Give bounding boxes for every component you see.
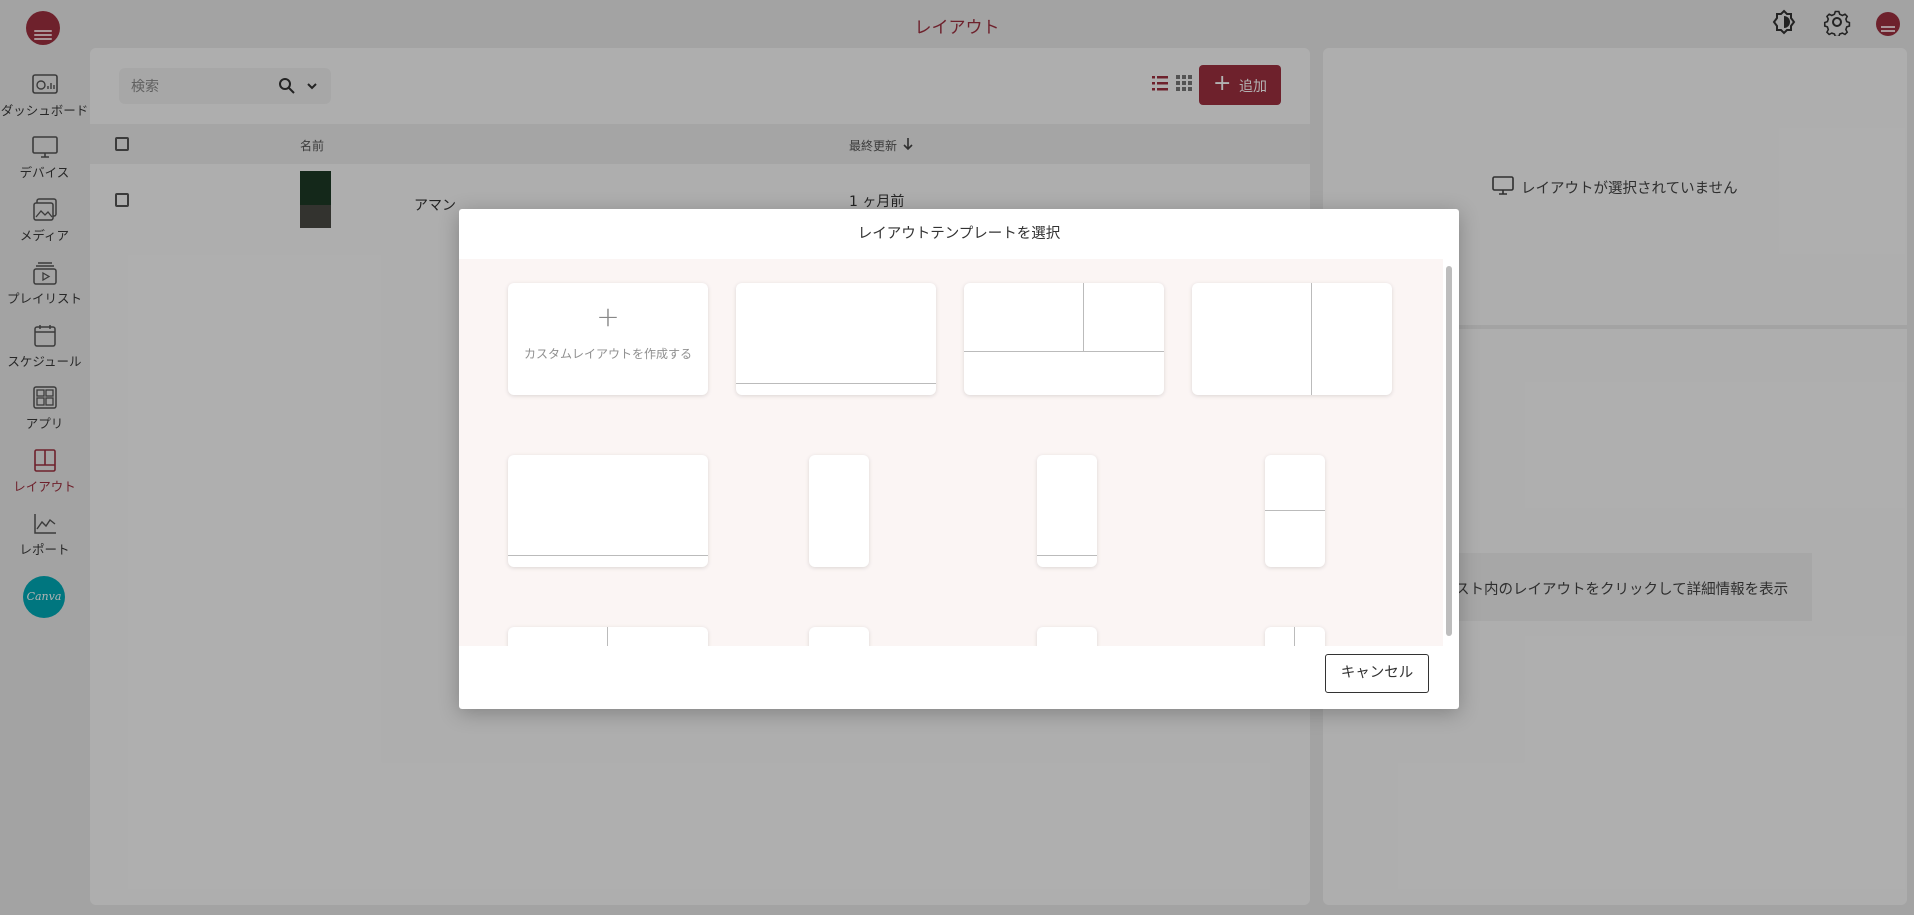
template-main-bottom-bar[interactable]	[736, 283, 936, 395]
template-portrait-split[interactable]	[1265, 455, 1325, 567]
scrollbar[interactable]	[1446, 266, 1452, 636]
template-two-column[interactable]	[1192, 283, 1392, 395]
template-portrait-two-column[interactable]	[1265, 627, 1325, 646]
template-dialog: レイアウトテンプレートを選択 + カスタムレイアウトを作成する キャンセル	[459, 209, 1459, 709]
custom-template-label: カスタムレイアウトを作成する	[523, 347, 692, 361]
cancel-button[interactable]: キャンセル	[1325, 654, 1429, 693]
template-portrait-bottom-bar[interactable]	[1037, 455, 1097, 567]
plus-icon: +	[596, 300, 620, 333]
template-landscape-bottom-bar[interactable]	[508, 455, 708, 567]
template-two-top-one-bottom[interactable]	[964, 283, 1164, 395]
template-grid: + カスタムレイアウトを作成する	[459, 259, 1443, 646]
template-portrait-option[interactable]	[1037, 627, 1097, 646]
template-custom[interactable]: + カスタムレイアウトを作成する	[508, 283, 708, 395]
template-landscape-split[interactable]	[508, 627, 708, 646]
template-portrait-option[interactable]	[809, 627, 869, 646]
dialog-title: レイアウトテンプレートを選択	[857, 226, 1061, 242]
template-portrait-full[interactable]	[809, 455, 869, 567]
